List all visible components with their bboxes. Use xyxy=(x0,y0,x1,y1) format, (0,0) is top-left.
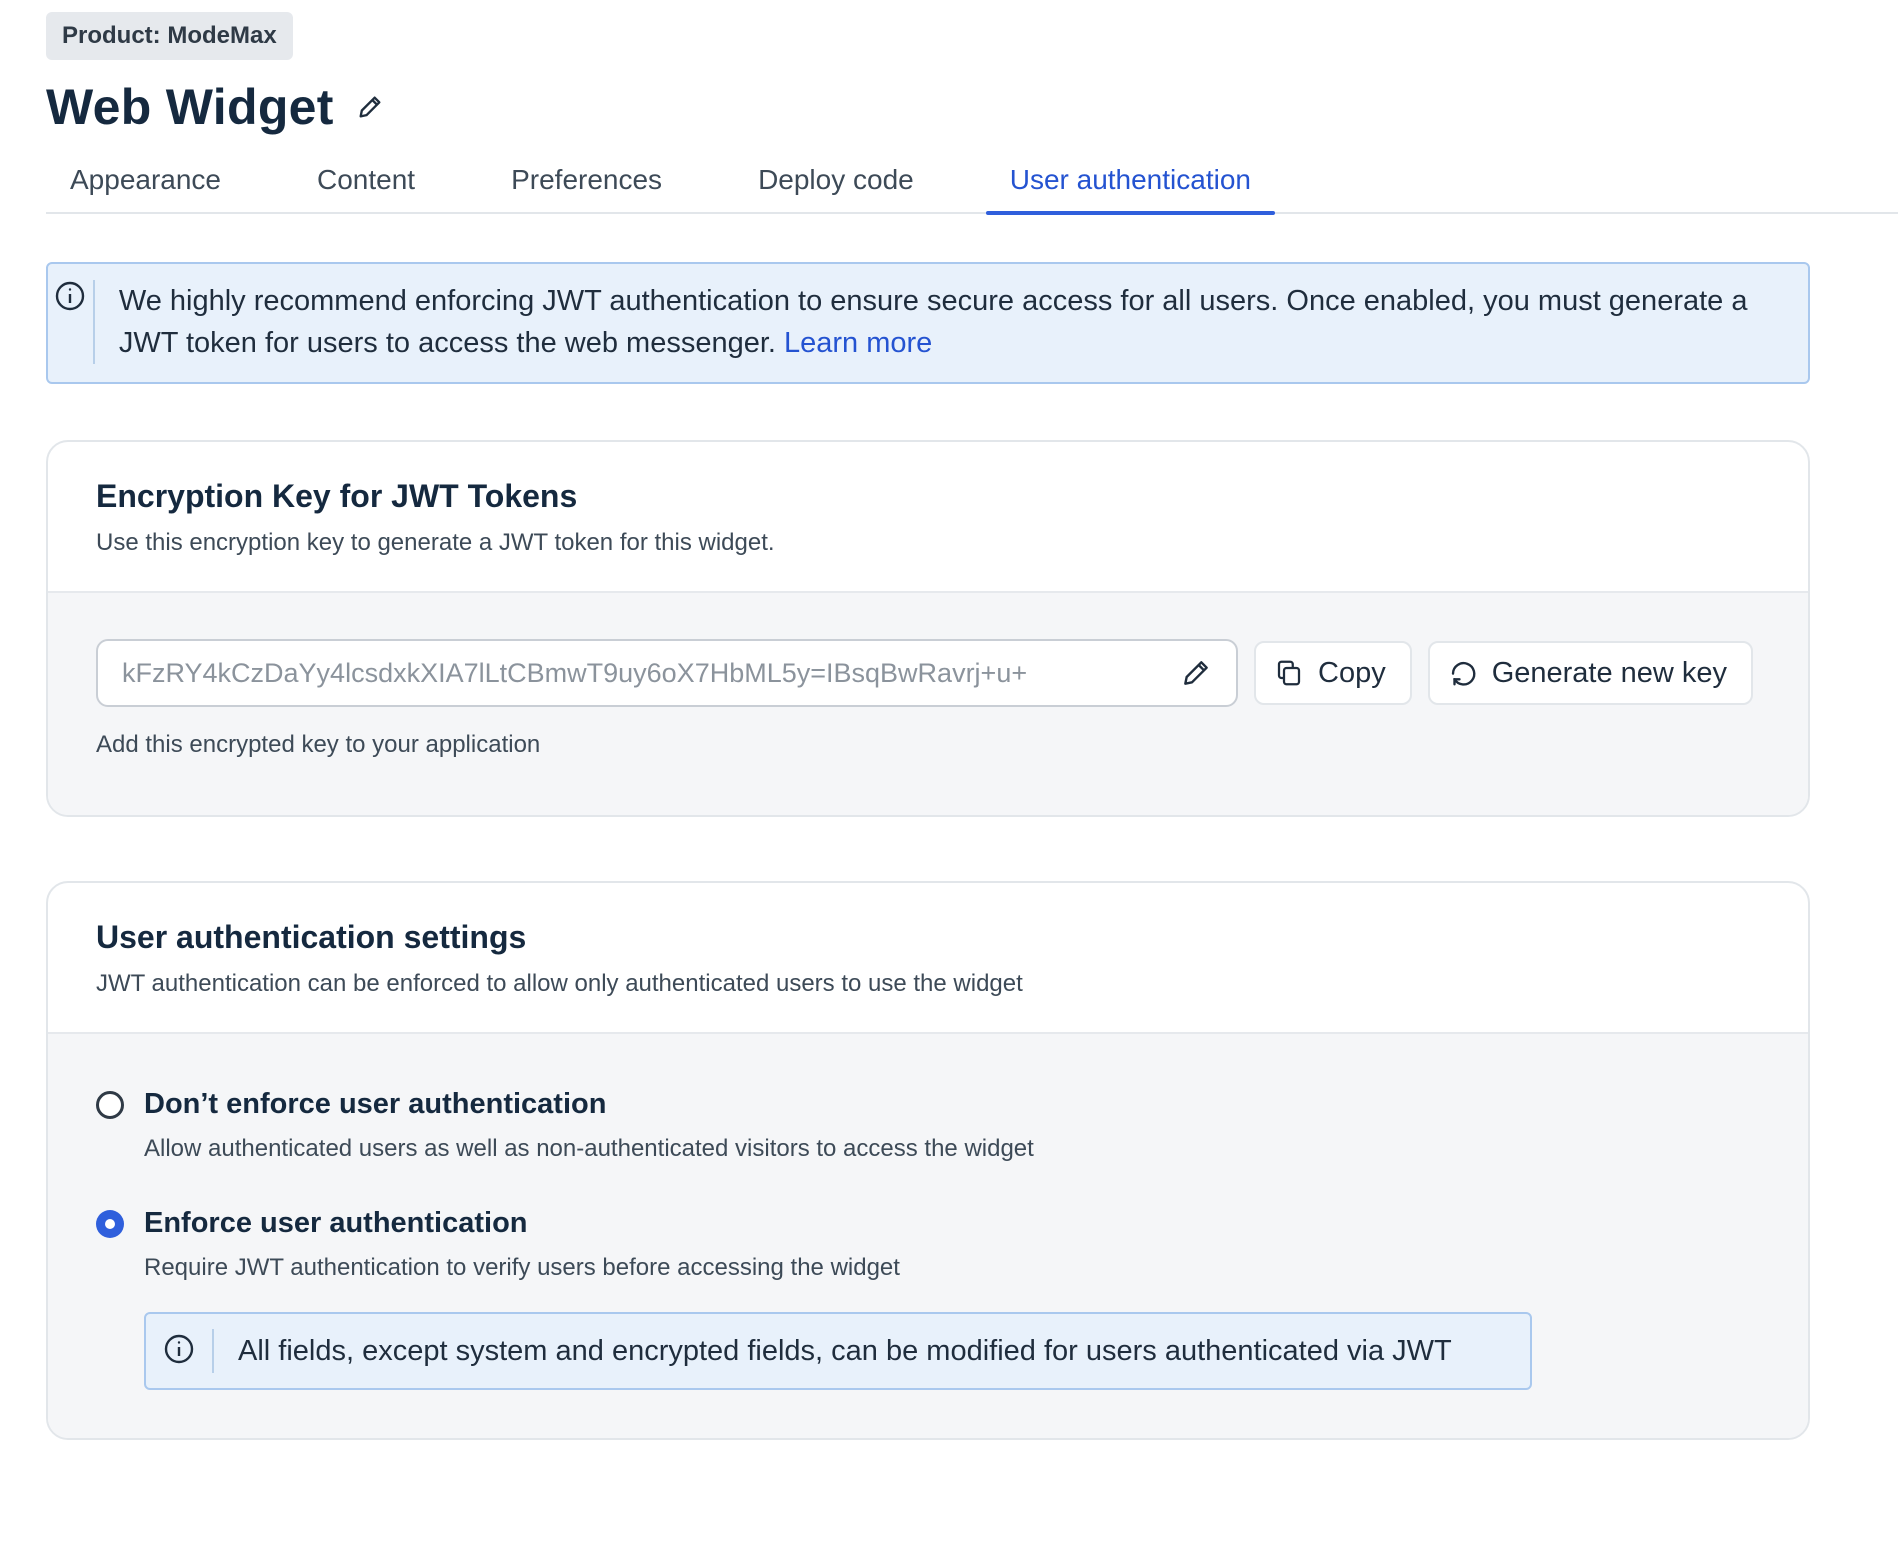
encryption-card-body: kFzRY4kCzDaYy4lcsdxkXIA7lLtCBmwT9uy6oX7H… xyxy=(48,593,1808,815)
radio-dont-enforce[interactable] xyxy=(96,1091,124,1119)
note-text: All fields, except system and encrypted … xyxy=(238,1335,1452,1367)
key-helper-text: Add this encrypted key to your applicati… xyxy=(96,731,541,758)
banner-message: We highly recommend enforcing JWT authen… xyxy=(118,285,1748,359)
tab-appearance[interactable]: Appearance xyxy=(46,164,245,212)
encryption-key-card: Encryption Key for JWT Tokens Use this e… xyxy=(46,440,1810,817)
option-enforce-text: Enforce user authentication Require JWT … xyxy=(144,1207,900,1282)
option-dont-enforce-label[interactable]: Don’t enforce user authentication xyxy=(144,1088,1034,1121)
title-row: Web Widget xyxy=(46,78,1898,136)
option-dont-enforce-text: Don’t enforce user authentication Allow … xyxy=(144,1088,1034,1163)
info-icon-wrapper xyxy=(48,280,95,364)
auth-card-header: User authentication settings JWT authent… xyxy=(48,883,1808,1034)
refresh-icon xyxy=(1448,658,1478,688)
generate-button-label: Generate new key xyxy=(1491,656,1728,689)
encryption-card-header: Encryption Key for JWT Tokens Use this e… xyxy=(48,442,1808,593)
encryption-key-value: kFzRY4kCzDaYy4lcsdxkXIA7lLtCBmwT9uy6oX7H… xyxy=(122,657,1028,688)
jwt-fields-note-banner: All fields, except system and encrypted … xyxy=(144,1312,1532,1390)
tab-content[interactable]: Content xyxy=(293,164,439,212)
option-enforce-label[interactable]: Enforce user authentication xyxy=(144,1207,900,1240)
option-enforce[interactable]: Enforce user authentication Require JWT … xyxy=(96,1207,1760,1282)
encryption-key-field[interactable]: kFzRY4kCzDaYy4lcsdxkXIA7lLtCBmwT9uy6oX7H… xyxy=(96,639,1238,707)
key-row: kFzRY4kCzDaYy4lcsdxkXIA7lLtCBmwT9uy6oX7H… xyxy=(96,639,1760,707)
copy-button-label: Copy xyxy=(1318,656,1386,689)
product-badge: Product: ModeMax xyxy=(46,12,293,60)
tab-deploy-code[interactable]: Deploy code xyxy=(734,164,938,212)
info-icon xyxy=(163,1333,195,1370)
tab-user-authentication[interactable]: User authentication xyxy=(985,164,1276,215)
note-info-icon-wrapper xyxy=(146,1329,214,1373)
option-dont-enforce[interactable]: Don’t enforce user authentication Allow … xyxy=(96,1088,1760,1163)
auth-card-body: Don’t enforce user authentication Allow … xyxy=(48,1034,1808,1438)
page: Product: ModeMax Web Widget Appearance C… xyxy=(46,12,1898,1440)
encryption-card-title: Encryption Key for JWT Tokens xyxy=(96,478,578,514)
option-enforce-description: Require JWT authentication to verify use… xyxy=(144,1254,900,1281)
banner-text: We highly recommend enforcing JWT authen… xyxy=(95,280,1808,364)
learn-more-link[interactable]: Learn more xyxy=(784,327,932,359)
page-title: Web Widget xyxy=(46,79,334,135)
encryption-card-subtitle: Use this encryption key to generate a JW… xyxy=(96,529,775,556)
jwt-recommendation-banner: We highly recommend enforcing JWT authen… xyxy=(46,262,1810,384)
info-icon xyxy=(54,280,86,364)
copy-button[interactable]: Copy xyxy=(1254,641,1412,705)
edit-title-pencil-icon[interactable] xyxy=(356,93,384,121)
tab-preferences[interactable]: Preferences xyxy=(487,164,686,212)
copy-icon xyxy=(1274,658,1304,688)
edit-key-pencil-icon[interactable] xyxy=(1180,657,1212,689)
tab-bar: Appearance Content Preferences Deploy co… xyxy=(46,164,1898,215)
radio-enforce[interactable] xyxy=(96,1210,124,1238)
generate-new-key-button[interactable]: Generate new key xyxy=(1427,641,1754,705)
option-dont-enforce-description: Allow authenticated users as well as non… xyxy=(144,1135,1034,1162)
user-auth-settings-card: User authentication settings JWT authent… xyxy=(46,881,1810,1440)
auth-card-subtitle: JWT authentication can be enforced to al… xyxy=(96,970,1023,997)
auth-card-title: User authentication settings xyxy=(96,919,527,955)
